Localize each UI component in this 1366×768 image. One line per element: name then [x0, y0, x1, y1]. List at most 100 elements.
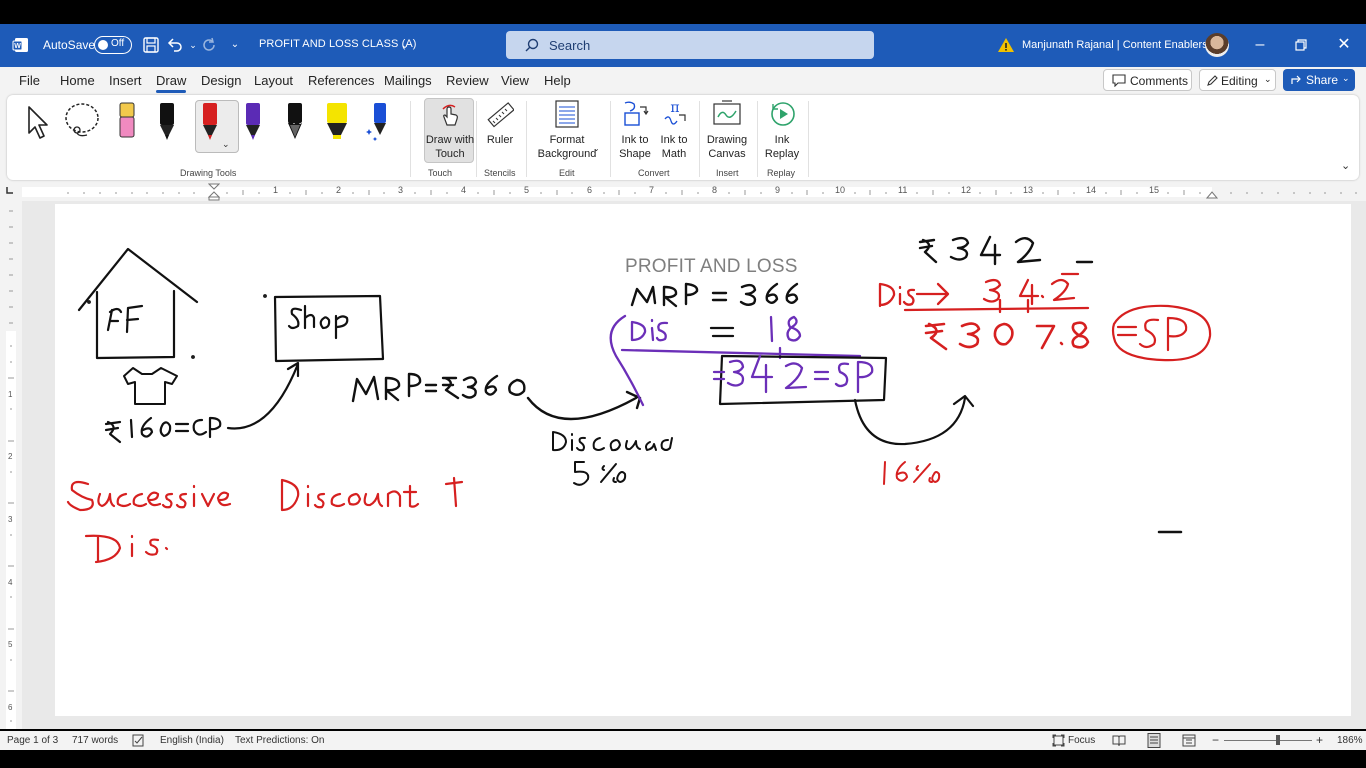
pen-purple-icon[interactable]: [237, 101, 269, 143]
share-icon: [1291, 75, 1301, 84]
toggle-knob: [98, 40, 108, 50]
ruler-label: Ruler: [486, 134, 514, 146]
pencil-black-icon[interactable]: [279, 101, 311, 143]
group-label-edit: Edit: [559, 168, 575, 178]
tab-review[interactable]: Review: [446, 73, 489, 88]
pen-options-chevron-icon[interactable]: ⌄: [222, 139, 230, 150]
share-chevron-icon: ⌄: [1342, 73, 1350, 83]
format-background-chevron-icon[interactable]: ⌄: [593, 144, 600, 153]
svg-text:1: 1: [8, 390, 13, 399]
comment-icon: [1112, 74, 1126, 87]
focus-label[interactable]: Focus: [1068, 735, 1095, 746]
group-label-touch: Touch: [428, 168, 453, 178]
ink-to-math-icon: π: [664, 100, 686, 125]
group-label-convert: Convert: [638, 168, 670, 178]
zoom-slider-track[interactable]: [1224, 740, 1312, 741]
zoom-level[interactable]: 186%: [1337, 735, 1363, 746]
ruler-ticks: [67, 190, 1357, 195]
separator: [410, 101, 411, 177]
separator: [526, 101, 527, 177]
collapse-ribbon-chevron-icon[interactable]: ⌄: [1341, 159, 1350, 172]
proofing-icon[interactable]: [132, 734, 145, 747]
autosave-label: AutoSave: [43, 38, 96, 52]
ink-to-shape-label-2: Shape: [619, 148, 651, 160]
tab-layout[interactable]: Layout: [254, 73, 293, 88]
read-mode-icon[interactable]: [1112, 734, 1126, 747]
user-name[interactable]: Manjunath Rajanal | Content Enablers: [1022, 39, 1208, 51]
autosave-state: Off: [111, 38, 125, 49]
editing-button[interactable]: Editing ⌄: [1199, 69, 1276, 91]
search-placeholder: Search: [549, 38, 591, 53]
ink-to-shape-button[interactable]: Ink to Shape: [616, 99, 654, 161]
vertical-ruler[interactable]: 1 2 3 4 5 6: [0, 201, 22, 729]
group-label-insert: Insert: [716, 168, 739, 178]
comments-button[interactable]: Comments: [1103, 69, 1192, 91]
menu-bar: File Home Insert Draw Design Layout Refe…: [0, 67, 1366, 94]
tab-home[interactable]: Home: [60, 73, 95, 88]
vertical-ruler-ticks: 1 2 3 4 5 6: [8, 210, 14, 722]
zoom-in-icon[interactable]: +: [1316, 733, 1323, 747]
editing-chevron-icon: ⌄: [1264, 74, 1272, 84]
tab-file[interactable]: File: [19, 73, 40, 88]
ink-replay-icon: [771, 102, 795, 126]
glitter-pen-icon[interactable]: [363, 101, 395, 143]
warning-icon[interactable]: [997, 36, 1015, 54]
undo-icon[interactable]: [166, 36, 184, 54]
svg-text:W: W: [14, 43, 21, 50]
tab-help[interactable]: Help: [544, 73, 571, 88]
tab-view[interactable]: View: [501, 73, 529, 88]
tab-draw[interactable]: Draw: [156, 73, 187, 93]
web-layout-icon[interactable]: [1182, 734, 1196, 747]
page-heading[interactable]: PROFIT AND LOSS: [625, 256, 798, 278]
tab-mailings[interactable]: Mailings: [384, 73, 432, 88]
group-label-replay: Replay: [767, 168, 796, 178]
print-layout-icon[interactable]: [1147, 733, 1161, 748]
eraser-icon[interactable]: [111, 101, 143, 143]
save-icon[interactable]: [142, 36, 160, 54]
customize-toolbar-icon[interactable]: ⌄: [226, 36, 244, 54]
tab-insert[interactable]: Insert: [109, 73, 142, 88]
drawing-canvas-button[interactable]: Drawing Canvas: [704, 99, 750, 161]
word-logo-icon[interactable]: W: [12, 36, 30, 54]
title-chevron-icon[interactable]: ⌄: [396, 37, 414, 55]
tab-references[interactable]: References: [308, 73, 374, 88]
focus-icon[interactable]: [1052, 734, 1065, 747]
separator: [699, 101, 700, 177]
zoom-slider-thumb[interactable]: [1276, 735, 1280, 745]
share-button[interactable]: Share ⌄: [1283, 69, 1355, 91]
drawing-canvas-label-1: Drawing: [706, 134, 748, 146]
ink-replay-label-1: Ink: [774, 134, 790, 146]
autosave-toggle[interactable]: Off: [94, 36, 132, 54]
ink-to-shape-icon: [624, 101, 649, 126]
pen-red-icon[interactable]: [194, 101, 226, 143]
minimize-icon[interactable]: –: [1249, 34, 1271, 56]
lasso-select-icon[interactable]: [63, 101, 103, 139]
touch-hand-icon: [442, 104, 458, 126]
close-icon[interactable]: ✕: [1333, 34, 1355, 56]
page-count[interactable]: Page 1 of 3: [7, 735, 58, 746]
zoom-out-icon[interactable]: −: [1212, 733, 1219, 747]
select-tool-icon[interactable]: [25, 105, 53, 141]
ink-replay-label-2: Replay: [764, 148, 800, 160]
document-page[interactable]: [55, 204, 1351, 716]
restore-icon[interactable]: [1290, 34, 1312, 56]
ink-to-math-button[interactable]: π Ink to Math: [655, 99, 693, 161]
ink-replay-button[interactable]: Ink Replay: [762, 99, 802, 161]
avatar[interactable]: [1205, 33, 1229, 57]
document-title[interactable]: PROFIT AND LOSS CLASS (A): [259, 38, 417, 50]
search-box[interactable]: Search: [506, 31, 874, 59]
ink-to-math-label-2: Math: [661, 148, 687, 160]
ruler-button[interactable]: Ruler: [481, 99, 519, 149]
horizontal-ruler[interactable]: 1 2 3 4 5 6 7 8 9 10 11 12 13 14 15: [0, 183, 1366, 201]
tab-design[interactable]: Design: [201, 73, 241, 88]
pen-black-icon[interactable]: [151, 101, 183, 143]
separator: [610, 101, 611, 177]
language[interactable]: English (India): [160, 735, 224, 746]
format-background-button[interactable]: Format Background: [532, 99, 602, 161]
redo-icon[interactable]: [200, 36, 218, 54]
share-label: Share: [1306, 73, 1339, 87]
highlighter-yellow-icon[interactable]: [321, 101, 353, 143]
text-predictions[interactable]: Text Predictions: On: [235, 735, 324, 746]
word-count[interactable]: 717 words: [72, 735, 118, 746]
draw-with-touch-button[interactable]: Draw with Touch: [424, 98, 474, 163]
